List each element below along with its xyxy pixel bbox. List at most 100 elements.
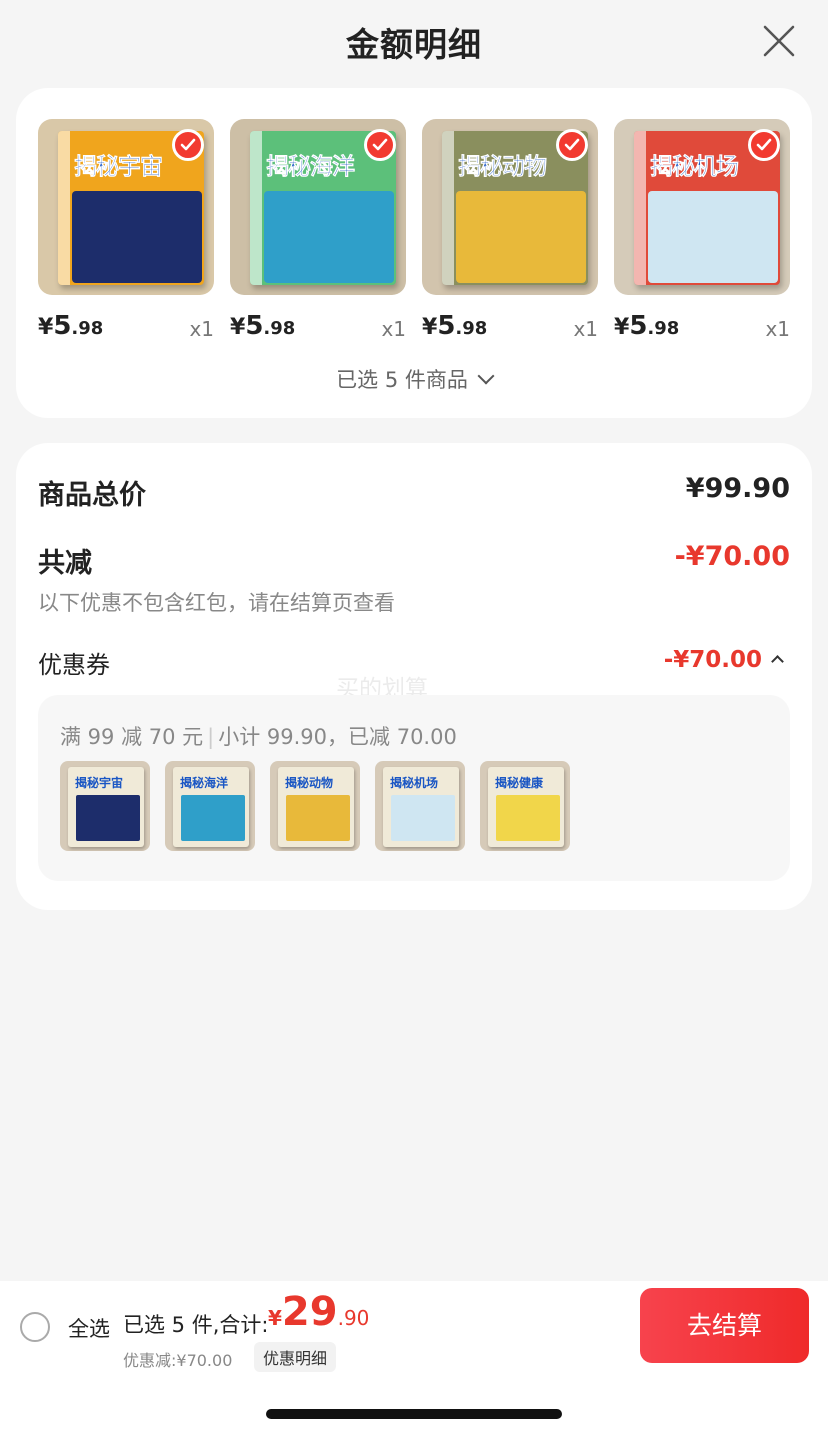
thumb-illustration	[286, 795, 350, 841]
book-illustration	[72, 191, 202, 283]
price-breakdown-card: 商品总价 ¥99.90 共减 -¥70.00 以下优惠不包含红包，请在结算页查看…	[16, 443, 812, 910]
thumb-book: 揭秘动物	[278, 767, 354, 847]
coupon-product-thumb[interactable]: 揭秘健康	[480, 761, 570, 851]
thumb-title: 揭秘动物	[285, 776, 334, 790]
price-integer: 5	[437, 311, 456, 341]
book-illustration	[456, 191, 586, 283]
thumb-title: 揭秘机场	[390, 776, 439, 790]
product-quantity: x1	[189, 317, 214, 341]
discount-note: 以下优惠不包含红包，请在结算页查看	[38, 591, 395, 615]
total-reduce-value: -¥70.00	[674, 541, 790, 572]
home-indicator	[266, 1409, 562, 1419]
selected-count-label: 已选 5 件商品	[336, 368, 468, 392]
price-decimal: .98	[263, 318, 296, 339]
product-cover[interactable]: 揭秘机场	[614, 119, 790, 295]
book-spine	[634, 131, 646, 285]
thumb-title: 揭秘健康	[495, 776, 544, 790]
coupon-product-thumb[interactable]: 揭秘海洋	[165, 761, 255, 851]
total-price-value: ¥99.90	[685, 473, 790, 504]
product-quantity: x1	[765, 317, 790, 341]
product-item[interactable]: 揭秘机场 ¥5.98 x1	[614, 119, 790, 347]
product-price: ¥5.98	[614, 311, 679, 341]
price-decimal: .98	[455, 318, 488, 339]
product-price: ¥5.98	[230, 311, 295, 341]
coupon-value[interactable]: -¥70.00	[664, 647, 762, 673]
product-quantity: x1	[381, 317, 406, 341]
price-integer: 5	[245, 311, 264, 341]
checkout-bar: 全选 已选 5 件,合计: ¥29.90 优惠减:¥70.00 优惠明细 去结算	[0, 1281, 828, 1435]
select-all-label[interactable]: 全选	[68, 1313, 110, 1343]
thumb-book: 揭秘宇宙	[68, 767, 144, 847]
product-quantity: x1	[573, 317, 598, 341]
product-price-row: ¥5.98 x1	[38, 307, 214, 347]
coupon-rule-subtotal: 小计 99.90，已减 70.00	[218, 725, 457, 749]
coupon-product-thumb[interactable]: 揭秘动物	[270, 761, 360, 851]
chevron-down-icon	[477, 367, 495, 385]
product-price-row: ¥5.98 x1	[614, 307, 790, 347]
grand-total: ¥29.90	[268, 1289, 369, 1335]
coupon-product-thumb[interactable]: 揭秘宇宙	[60, 761, 150, 851]
product-item[interactable]: 揭秘海洋 ¥5.98 x1	[230, 119, 406, 347]
book-title: 揭秘动物	[458, 154, 548, 181]
product-cover[interactable]: 揭秘动物	[422, 119, 598, 295]
header: 金额明细	[0, 0, 828, 88]
page-title: 金额明细	[346, 25, 482, 64]
book-title: 揭秘宇宙	[74, 154, 164, 181]
coupon-rule-separator: |	[207, 725, 215, 749]
coupon-rule: 满 99 减 70 元 | 小计 99.90，已减 70.00	[60, 721, 457, 751]
checkmark-icon[interactable]	[556, 129, 588, 161]
product-price-row: ¥5.98 x1	[230, 307, 406, 347]
thumb-title: 揭秘海洋	[180, 776, 229, 790]
thumb-title: 揭秘宇宙	[75, 776, 124, 790]
coupon-label: 优惠券	[38, 651, 110, 679]
product-cover[interactable]: 揭秘海洋	[230, 119, 406, 295]
total-price-label: 商品总价	[38, 480, 146, 511]
chevron-up-icon[interactable]	[771, 655, 784, 668]
product-item[interactable]: 揭秘宇宙 ¥5.98 x1	[38, 119, 214, 347]
product-price-row: ¥5.98 x1	[422, 307, 598, 347]
thumb-illustration	[181, 795, 245, 841]
book-spine	[442, 131, 454, 285]
select-all-radio[interactable]	[20, 1312, 50, 1342]
product-item[interactable]: 揭秘动物 ¥5.98 x1	[422, 119, 598, 347]
book-illustration	[648, 191, 778, 283]
price-decimal: .98	[71, 318, 104, 339]
product-price: ¥5.98	[422, 311, 487, 341]
book-spine	[58, 131, 70, 285]
price-integer: 5	[629, 311, 648, 341]
coupon-product-thumb[interactable]: 揭秘机场	[375, 761, 465, 851]
selected-count-toggle[interactable]: 已选 5 件商品	[16, 364, 812, 394]
book-spine	[250, 131, 262, 285]
price-decimal: .98	[647, 318, 680, 339]
coupon-detail-box: 满 99 减 70 元 | 小计 99.90，已减 70.00 揭秘宇宙 揭秘海洋 揭秘…	[38, 695, 790, 881]
thumb-book: 揭秘健康	[488, 767, 564, 847]
book-title: 揭秘海洋	[266, 154, 356, 181]
discount-detail-button[interactable]: 优惠明细	[254, 1342, 337, 1372]
checkmark-icon[interactable]	[364, 129, 396, 161]
thumb-illustration	[76, 795, 140, 841]
grand-total-currency: ¥	[268, 1306, 282, 1330]
selection-summary: 已选 5 件,合计:	[123, 1313, 269, 1337]
product-price: ¥5.98	[38, 311, 103, 341]
thumb-illustration	[496, 795, 560, 841]
thumb-book: 揭秘海洋	[173, 767, 249, 847]
price-currency: ¥	[422, 315, 438, 340]
checkmark-icon[interactable]	[748, 129, 780, 161]
grand-total-decimal: .90	[337, 1306, 370, 1330]
price-currency: ¥	[38, 315, 54, 340]
checkout-button[interactable]: 去结算	[640, 1288, 809, 1363]
book-title: 揭秘机场	[650, 154, 740, 181]
price-currency: ¥	[230, 315, 246, 340]
book-illustration	[264, 191, 394, 283]
discount-amount: 优惠减:¥70.00	[123, 1351, 233, 1370]
close-icon[interactable]	[762, 24, 796, 58]
coupon-rule-threshold: 满 99 减 70 元	[60, 725, 204, 749]
grand-total-integer: 29	[281, 1289, 338, 1335]
price-integer: 5	[53, 311, 72, 341]
total-reduce-label: 共减	[38, 548, 92, 579]
thumb-illustration	[391, 795, 455, 841]
product-cover[interactable]: 揭秘宇宙	[38, 119, 214, 295]
price-currency: ¥	[614, 315, 630, 340]
checkmark-icon[interactable]	[172, 129, 204, 161]
thumb-book: 揭秘机场	[383, 767, 459, 847]
